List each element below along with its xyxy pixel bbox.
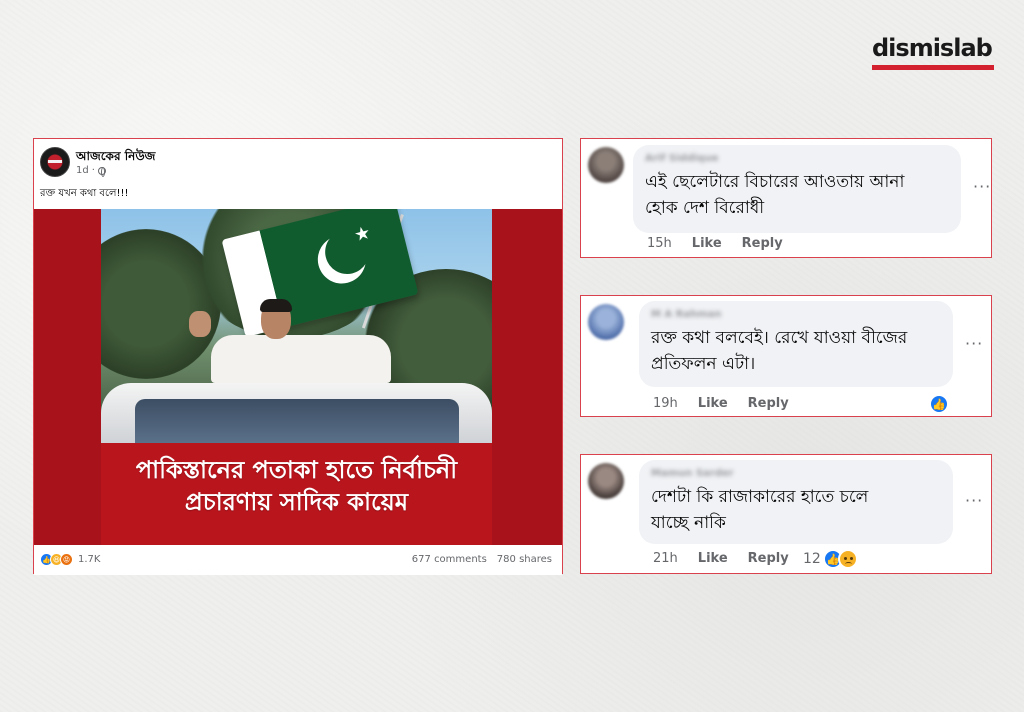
comment-bubble: Mamun Sarder দেশটা কি রাজাকারের হাতে চলে… <box>639 460 953 544</box>
reaction-summary[interactable]: 👍 😆 😡 1.7K <box>40 553 100 566</box>
comment-text: এই ছেলেটারে বিচারের আওতায় আনা হোক দেশ ব… <box>645 169 949 221</box>
comment-author[interactable]: Arif Siddique <box>645 153 949 167</box>
reply-button[interactable]: Reply <box>742 236 783 251</box>
campaign-photo: ★ <box>101 209 492 443</box>
avatar[interactable] <box>588 304 624 340</box>
reply-button[interactable]: Reply <box>748 551 789 566</box>
more-options-icon[interactable]: ··· <box>965 491 983 510</box>
comment-actions: 19h Like Reply <box>653 396 789 411</box>
comment-reactions[interactable]: 12 👍 <box>803 549 858 569</box>
comment-actions: 21h Like Reply <box>653 551 789 566</box>
comment-actions: 15h Like Reply <box>647 236 783 251</box>
brand-logo: dismislab <box>872 34 994 70</box>
engagement-stats: 677 comments 780 shares <box>412 554 552 565</box>
comment-time[interactable]: 19h <box>653 396 678 411</box>
post-footer: 👍 😆 😡 1.7K 677 comments 780 shares <box>34 545 562 575</box>
comment-card: Mamun Sarder দেশটা কি রাজাকারের হাতে চলে… <box>580 454 992 574</box>
person-figure <box>211 335 391 383</box>
person-hair <box>260 299 292 312</box>
comment-time[interactable]: 21h <box>653 551 678 566</box>
like-reaction-icon[interactable]: 👍 <box>929 394 949 414</box>
comment-text-line-1: এই ছেলেটারে বিচারের আওতায় আনা <box>645 172 905 192</box>
comment-text-line-2: প্রতিফলন এটা। <box>651 354 756 374</box>
headline-line-1: পাকিস্তানের পতাকা হাতে নির্বাচনী <box>135 456 458 484</box>
image-headline: পাকিস্তানের পতাকা হাতে নির্বাচনী প্রচারণ… <box>101 454 492 518</box>
comment-text: রক্ত কথা বলবেই। রেখে যাওয়া বীজের প্রতিফ… <box>651 325 941 377</box>
like-button[interactable]: Like <box>698 551 728 566</box>
comment-text-line-2: যাচ্ছে নাকি <box>651 513 726 533</box>
brand-underline <box>872 65 994 70</box>
like-button[interactable]: Like <box>698 396 728 411</box>
avatar[interactable] <box>588 147 624 183</box>
comment-text-line-2: হোক দেশ বিরোধী <box>645 198 765 218</box>
sad-reaction-icon <box>837 549 858 569</box>
comment-time[interactable]: 15h <box>647 236 672 251</box>
reaction-count: 1.7K <box>78 554 101 565</box>
globe-icon <box>97 166 106 177</box>
more-options-icon[interactable]: ··· <box>973 177 991 196</box>
angry-icon: 😡 <box>60 553 73 566</box>
image-background-right <box>492 209 562 545</box>
shares-count[interactable]: 780 shares <box>497 554 552 565</box>
comments-count[interactable]: 677 comments <box>412 554 487 565</box>
post-header: আজকের নিউজ 1d · রক্ত যখন কথা বলে!!! <box>34 139 562 209</box>
comment-text: দেশটা কি রাজাকারের হাতে চলে যাচ্ছে নাকি <box>651 484 941 536</box>
more-options-icon[interactable]: ··· <box>965 334 983 353</box>
comment-reaction-count: 12 <box>803 551 821 567</box>
page-avatar[interactable] <box>40 147 70 177</box>
comment-bubble: Arif Siddique এই ছেলেটারে বিচারের আওতায়… <box>633 145 961 233</box>
comment-text-line-1: রক্ত কথা বলবেই। রেখে যাওয়া বীজের <box>651 328 908 348</box>
comment-card: Arif Siddique এই ছেলেটারে বিচারের আওতায়… <box>580 138 992 258</box>
avatar[interactable] <box>588 463 624 499</box>
car-windshield <box>135 399 459 443</box>
post-caption: রক্ত যখন কথা বলে!!! <box>40 188 129 199</box>
reply-button[interactable]: Reply <box>748 396 789 411</box>
post-time[interactable]: 1d <box>76 165 89 176</box>
like-button[interactable]: Like <box>692 236 722 251</box>
waving-hand <box>189 311 211 337</box>
comment-card: M A Rahman রক্ত কথা বলবেই। রেখে যাওয়া ব… <box>580 295 992 417</box>
headline-line-2: প্রচারণায় সাদিক কায়েম <box>184 488 409 516</box>
image-background-left <box>34 209 101 545</box>
comment-author[interactable]: Mamun Sarder <box>651 468 941 482</box>
post-meta: 1d · <box>76 165 106 177</box>
dot-separator: · <box>91 165 95 176</box>
comment-bubble: M A Rahman রক্ত কথা বলবেই। রেখে যাওয়া ব… <box>639 301 953 387</box>
comment-author[interactable]: M A Rahman <box>651 309 941 323</box>
brand-name: dismislab <box>872 34 993 62</box>
post-image[interactable]: ★ পাকিস্তানের পতাকা হাতে নির্বাচনী প্রচা… <box>34 209 562 545</box>
facebook-post: আজকের নিউজ 1d · রক্ত যখন কথা বলে!!! ★ পা… <box>33 138 563 575</box>
comment-text-line-1: দেশটা কি রাজাকারের হাতে চলে <box>651 487 869 507</box>
